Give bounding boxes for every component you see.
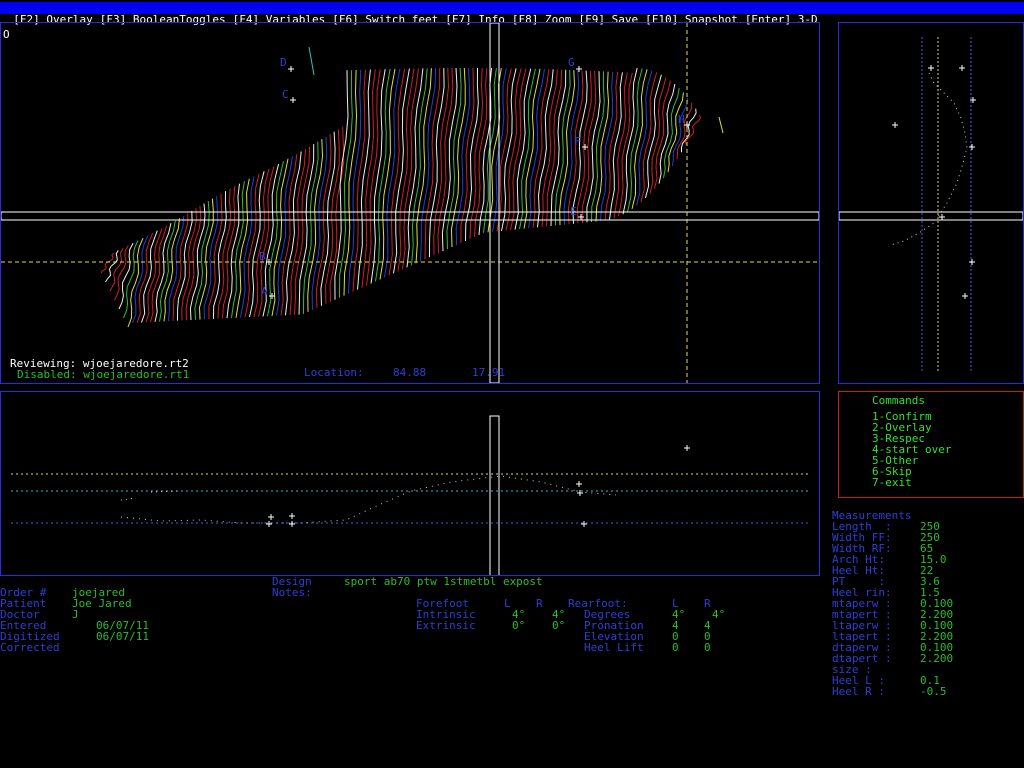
point-label-b: B xyxy=(259,250,266,263)
contour-strand xyxy=(469,68,484,239)
corrected-label: Corrected xyxy=(0,641,60,654)
contour-strand xyxy=(311,136,328,310)
vertical-cursor xyxy=(489,23,500,383)
point-marker xyxy=(268,514,274,520)
contour-strand xyxy=(181,208,198,321)
end-view-outline xyxy=(890,72,968,246)
contour-strand xyxy=(600,71,614,222)
doctor-value: J xyxy=(72,608,79,621)
end-view-plot[interactable] xyxy=(839,23,1023,383)
point-marker xyxy=(266,521,272,527)
forefoot-l-header: L xyxy=(504,597,511,610)
contour-strand xyxy=(222,186,236,319)
vertical-cursor xyxy=(489,415,500,575)
marker-tick xyxy=(718,116,724,134)
contour-strand xyxy=(429,68,445,258)
point-marker xyxy=(928,65,934,71)
point-label-e: E xyxy=(570,205,577,218)
point-marker xyxy=(289,521,295,527)
profile-outline xyxy=(120,475,617,524)
notes-label: Notes: xyxy=(272,586,312,599)
point-label-d: D xyxy=(280,56,287,69)
foot-contour-plot[interactable] xyxy=(1,23,819,383)
contour-strand xyxy=(303,141,319,314)
extrinsic-label: Extrinsic xyxy=(416,619,476,632)
contour-strand xyxy=(177,210,193,321)
contour-strand xyxy=(441,67,458,252)
contour-strand xyxy=(348,69,362,294)
point-label-g: G xyxy=(568,56,575,69)
disabled-label: Disabled: wjoejaredore.rt1 xyxy=(17,368,190,381)
extrinsic-l: 0° xyxy=(512,619,526,632)
contour-strand xyxy=(433,67,450,256)
point-marker xyxy=(582,144,588,150)
measurement-label: Heel R : xyxy=(832,685,885,698)
commands-box: Commands 1-Confirm 2-Overlay 3-Respec 4-… xyxy=(838,391,1024,498)
contour-strand xyxy=(307,139,324,312)
contour-strand xyxy=(591,71,605,222)
point-label-c: C xyxy=(282,88,289,101)
point-marker xyxy=(969,144,975,150)
foot-scan-profile-view[interactable] xyxy=(0,391,820,576)
foot-scan-end-view[interactable] xyxy=(838,22,1024,384)
point-marker xyxy=(576,481,582,487)
measurement-value: 2.200 xyxy=(920,652,954,665)
degrees-r: 4° xyxy=(712,608,726,621)
contour-strand xyxy=(555,69,571,226)
contour-strand xyxy=(604,72,619,221)
heel-lift-l: 0 xyxy=(672,641,679,654)
measurement-value: -0.5 xyxy=(920,685,947,698)
contour-strand xyxy=(100,252,114,274)
point-marker xyxy=(581,521,587,527)
point-marker xyxy=(576,66,582,72)
point-marker xyxy=(969,259,975,265)
contour-strand xyxy=(185,205,202,321)
contour-strand xyxy=(685,114,701,145)
point-label-f: F xyxy=(574,135,581,148)
point-label-h: H xyxy=(678,113,685,126)
point-marker xyxy=(962,293,968,299)
contour-strand xyxy=(217,188,232,319)
patient-value: Joe Jared xyxy=(72,597,132,610)
extrinsic-r: 0° xyxy=(552,619,566,632)
contour-strand xyxy=(455,67,471,246)
contour-strand xyxy=(226,183,240,319)
heel-lift-r: 0 xyxy=(704,641,711,654)
corner-label: O xyxy=(3,28,10,41)
point-marker xyxy=(684,445,690,451)
contour-strand xyxy=(352,69,366,292)
point-marker xyxy=(290,97,296,103)
point-marker xyxy=(288,66,294,72)
contour-strand xyxy=(315,134,332,308)
contour-strand xyxy=(437,67,454,254)
point-marker xyxy=(289,513,295,519)
heel-lift-label: Heel Lift xyxy=(584,641,644,654)
location-x: 84.88 xyxy=(393,366,427,379)
forefoot-r-header: R xyxy=(536,597,543,610)
point-marker xyxy=(578,214,584,220)
contour-strand xyxy=(595,71,610,222)
contour-strand xyxy=(559,70,576,226)
point-marker xyxy=(892,122,898,128)
design-value: sport ab70 ptw 1stmetbl expost xyxy=(344,575,543,588)
profile-outline xyxy=(120,490,182,501)
command-exit[interactable]: 7-exit xyxy=(872,477,912,488)
point-marker xyxy=(959,65,965,71)
foot-scan-top-view[interactable]: O Reviewing: wjoejaredore.rt2 Disabled: … xyxy=(0,22,820,384)
point-label-a: A xyxy=(261,285,268,298)
horizontal-cursor xyxy=(839,211,1023,221)
function-key-menu-bar: [F2] Overlay [F3] BooleanToggles [F4] Vari… xyxy=(0,2,1024,26)
location-label: Location: xyxy=(304,366,364,379)
rearfoot-r-header: R xyxy=(704,597,711,610)
commands-title: Commands xyxy=(872,394,925,407)
profile-plot[interactable] xyxy=(1,392,819,575)
location-y: 17.91 xyxy=(472,366,506,379)
horizontal-cursor xyxy=(1,211,819,221)
marker-tick xyxy=(308,46,315,76)
digitized-value: 06/07/11 xyxy=(96,630,149,643)
point-marker xyxy=(939,214,945,220)
